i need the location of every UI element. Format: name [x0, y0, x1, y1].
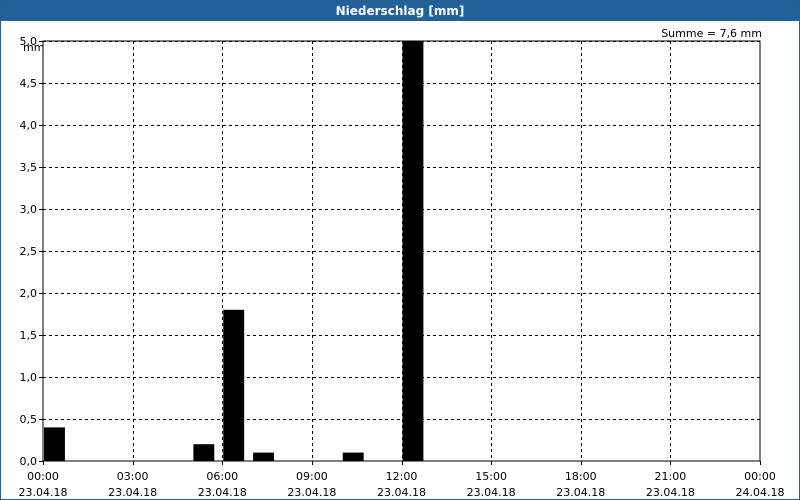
x-tick-time-label: 21:00	[655, 470, 687, 483]
x-tick-date-label: 23.04.18	[287, 486, 336, 499]
x-axis: 00:00 23.04.18 03:00 23.04.18 06:00 23.04.18 0…	[19, 461, 785, 499]
y-axis-label: mm	[23, 41, 44, 54]
sum-annotation: Summe = 7,6 mm	[661, 27, 762, 40]
bar	[253, 452, 275, 461]
bar	[402, 41, 424, 461]
y-tick-label: 0,5	[20, 413, 38, 426]
x-tick-time-label: 15:00	[475, 470, 507, 483]
plot-frame	[42, 40, 761, 462]
bar	[342, 452, 364, 461]
bar	[223, 309, 245, 461]
x-tick-time-label: 00:00	[27, 470, 59, 483]
y-axis: 0,00,51,01,52,02,53,03,54,04,55,0	[20, 35, 43, 468]
y-tick-label: 2,5	[20, 245, 38, 258]
x-tick-date-label: 23.04.18	[556, 486, 605, 499]
precipitation-chart: 0,00,51,01,52,02,53,03,54,04,55,0 00:002…	[19, 27, 785, 499]
y-tick-label: 3,5	[20, 161, 38, 174]
x-tick-date-label: 23.04.18	[198, 486, 247, 499]
bar-series	[44, 41, 424, 461]
chart-window: Niederschlag [mm] 0,0 0,5 1,0 1,5 2,0 2,5 3,0 3…	[0, 0, 800, 500]
y-tick-label: 1,0	[20, 371, 38, 384]
bar	[193, 444, 215, 461]
x-tick-time-label: 03:00	[117, 470, 149, 483]
x-tick-time-label: 18:00	[565, 470, 597, 483]
x-tick-time-label: 09:00	[296, 470, 328, 483]
y-tick-label: 0,0	[20, 455, 38, 468]
y-tick-label: 4,5	[20, 77, 38, 90]
x-tick-date-label: 23.04.18	[108, 486, 157, 499]
x-tick-time-label: 12:00	[386, 470, 418, 483]
y-tick-label: 2,0	[20, 287, 38, 300]
x-tick-time-label: 00:00	[744, 470, 776, 483]
x-tick-date-label: 23.04.18	[467, 486, 516, 499]
bar	[44, 427, 65, 461]
y-tick-label: 3,0	[20, 203, 38, 216]
x-tick-time-label: 06:00	[206, 470, 238, 483]
x-tick-date-label: 23.04.18	[377, 486, 426, 499]
x-tick-date-label: 23.04.18	[19, 486, 68, 499]
y-tick-label: 4,0	[20, 119, 38, 132]
grid-lines	[43, 41, 760, 461]
x-tick-date-label: 23.04.18	[646, 486, 695, 499]
x-tick-date-label: 24.04.18	[736, 486, 785, 499]
y-tick-label: 1,5	[20, 329, 38, 342]
